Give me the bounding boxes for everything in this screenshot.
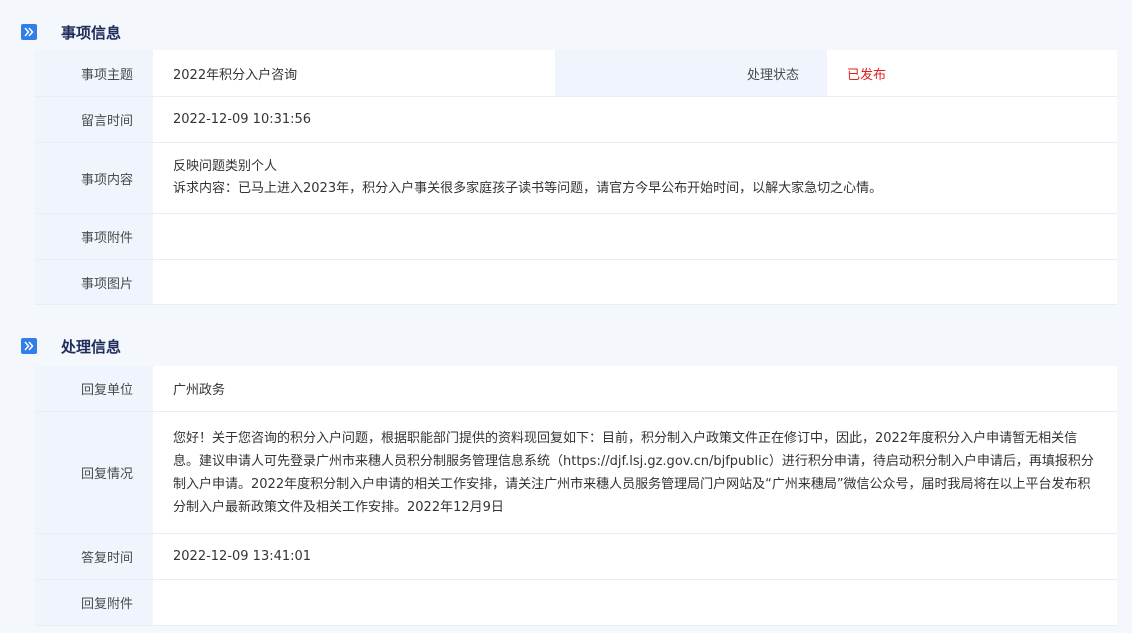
double-chevron-right-icon [21,338,37,354]
matter-time-row: 留言时间 2022-12-09 10:31:56 [35,97,1117,143]
reply-label: 回复情况 [35,412,153,533]
attachment-value [173,214,1103,259]
reply-time-label: 答复时间 [35,534,153,579]
attachment-label: 事项附件 [35,214,153,259]
status-value: 已发布 [847,67,887,83]
time-value: 2022-12-09 10:31:56 [173,112,312,127]
time-label: 留言时间 [35,97,153,142]
status-label: 处理状态 [555,50,827,96]
matter-section-header: 事项信息 [0,8,1132,56]
matter-attachment-row: 事项附件 [35,214,1117,260]
unit-label: 回复单位 [35,366,153,411]
content-line-2: 诉求内容：已马上进入2023年，积分入户事关很多家庭孩子读书等问题，请官方今早公… [173,181,883,196]
content-label: 事项内容 [35,143,153,213]
matter-subject-row: 事项主题 2022年积分入户咨询 处理状态 已发布 [35,50,1117,97]
reply-time-value: 2022-12-09 13:41:01 [173,549,312,564]
handling-reply-time-row: 答复时间 2022-12-09 13:41:01 [35,534,1117,580]
matter-image-row: 事项图片 [35,260,1117,305]
handling-reply-attachment-row: 回复附件 [35,580,1117,626]
matter-section-title: 事项信息 [61,23,122,42]
matter-content-row: 事项内容 反映问题类别个人 诉求内容：已马上进入2023年，积分入户事关很多家庭… [35,143,1117,214]
unit-value: 广州政务 [173,383,226,398]
handling-unit-row: 回复单位 广州政务 [35,366,1117,412]
handling-section-header: 处理信息 [0,322,1132,370]
content-line-1: 反映问题类别个人 [173,159,278,174]
reply-attachment-label: 回复附件 [35,580,153,625]
handling-reply-row: 回复情况 您好！关于您咨询的积分入户问题，根据职能部门提供的资料现回复如下：目前… [35,412,1117,534]
subject-label: 事项主题 [35,50,153,96]
subject-value: 2022年积分入户咨询 [173,67,298,83]
content-value: 反映问题类别个人 诉求内容：已马上进入2023年，积分入户事关很多家庭孩子读书等… [173,143,1103,213]
reply-value: 您好！关于您咨询的积分入户问题，根据职能部门提供的资料现回复如下：目前，积分制入… [173,430,1094,515]
image-value [173,260,1103,304]
double-chevron-right-icon [21,24,37,40]
handling-section-title: 处理信息 [61,337,122,356]
reply-attachment-value [173,580,1103,625]
image-label: 事项图片 [35,260,153,304]
